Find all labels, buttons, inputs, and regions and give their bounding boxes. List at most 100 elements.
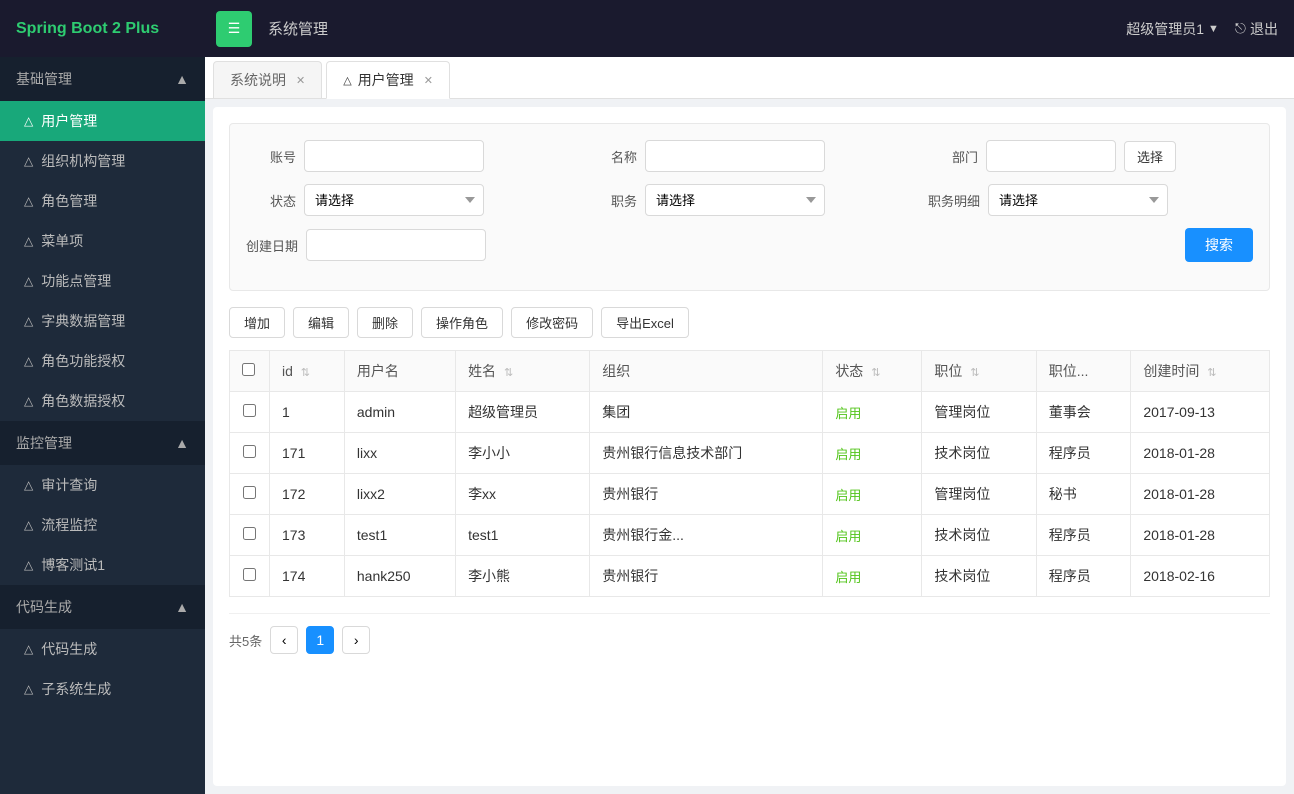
cell-created-3: 2018-01-28 xyxy=(1131,515,1270,556)
sidebar-item-user-management-label: 用户管理 xyxy=(41,111,97,131)
tab-user-management[interactable]: △ 用户管理 ✕ xyxy=(326,61,450,99)
main-area: 系统说明 ✕ △ 用户管理 ✕ 账号 名称 xyxy=(205,57,1294,794)
cell-id-2: 172 xyxy=(270,474,345,515)
table-row[interactable]: 171 lixx 李小小 贵州银行信息技术部门 启用 技术岗位 程序员 2018… xyxy=(230,433,1270,474)
sidebar-item-feature-management[interactable]: △ 功能点管理 xyxy=(0,261,205,301)
delete-button[interactable]: 删除 xyxy=(357,307,413,338)
status-select[interactable]: 请选择 启用 禁用 xyxy=(304,184,484,216)
tab-bar: 系统说明 ✕ △ 用户管理 ✕ xyxy=(205,57,1294,99)
sidebar-item-subsys-gen[interactable]: △ 子系统生成 xyxy=(0,669,205,709)
sidebar-item-codegen[interactable]: △ 代码生成 xyxy=(0,629,205,669)
add-button[interactable]: 增加 xyxy=(229,307,285,338)
next-page-button[interactable]: › xyxy=(342,626,370,654)
page-1-button[interactable]: 1 xyxy=(306,626,334,654)
cell-org-3: 贵州银行金... xyxy=(590,515,823,556)
home-icon-5: △ xyxy=(24,274,33,288)
sidebar-section-basic[interactable]: 基础管理 ▲ xyxy=(0,57,205,101)
position-detail-select-wrapper: 请选择 xyxy=(988,184,1168,216)
cell-position-3: 技术岗位 xyxy=(922,515,1036,556)
sidebar-item-role-data-auth[interactable]: △ 角色数据授权 xyxy=(0,381,205,421)
row-checkbox-0[interactable] xyxy=(243,404,256,417)
cell-username-1: lixx xyxy=(344,433,455,474)
role-operation-button[interactable]: 操作角色 xyxy=(421,307,503,338)
sidebar-item-role-feature-auth[interactable]: △ 角色功能授权 xyxy=(0,341,205,381)
select-all-checkbox[interactable] xyxy=(242,363,255,376)
main-content: 账号 名称 部门 选择 状态 xyxy=(213,107,1286,786)
cell-status-2: 启用 xyxy=(823,474,922,515)
cell-position-detail-2: 秘书 xyxy=(1036,474,1131,515)
tab-system-intro-label: 系统说明 xyxy=(230,70,286,90)
user-table: id ⇅ 用户名 姓名 ⇅ 组织 状态 ⇅ 职位 ⇅ 职位... 创建时间 ⇅ … xyxy=(229,350,1270,597)
logout-label: 退出 xyxy=(1250,19,1278,39)
sidebar-item-org-management-label: 组织机构管理 xyxy=(41,151,125,171)
cell-position-1: 技术岗位 xyxy=(922,433,1036,474)
export-excel-button[interactable]: 导出Excel xyxy=(601,307,689,338)
tab-user-management-close[interactable]: ✕ xyxy=(424,74,433,87)
sidebar-item-user-management[interactable]: △ 用户管理 xyxy=(0,101,205,141)
row-checkbox-3[interactable] xyxy=(243,527,256,540)
cell-org-2: 贵州银行 xyxy=(590,474,823,515)
dept-choose-button[interactable]: 选择 xyxy=(1124,141,1176,172)
tab-system-intro-close[interactable]: ✕ xyxy=(296,74,305,87)
sidebar-item-org-management[interactable]: △ 组织机构管理 xyxy=(0,141,205,181)
user-label: 超级管理员1 xyxy=(1126,19,1204,39)
home-icon-4: △ xyxy=(24,234,33,248)
row-checkbox-4[interactable] xyxy=(243,568,256,581)
table-header-row: id ⇅ 用户名 姓名 ⇅ 组织 状态 ⇅ 职位 ⇅ 职位... 创建时间 ⇅ xyxy=(230,351,1270,392)
sidebar-item-dict-management[interactable]: △ 字典数据管理 xyxy=(0,301,205,341)
row-checkbox-1[interactable] xyxy=(243,445,256,458)
logout-button[interactable]: ⎋ 退出 xyxy=(1235,19,1278,39)
tab-system-intro[interactable]: 系统说明 ✕ xyxy=(213,61,322,98)
status-label: 状态 xyxy=(246,191,296,210)
search-button[interactable]: 搜索 xyxy=(1185,228,1253,262)
row-checkbox-cell xyxy=(230,433,270,474)
user-menu[interactable]: 超级管理员1 ▼ xyxy=(1126,19,1219,39)
account-input[interactable] xyxy=(304,140,484,172)
table-row[interactable]: 1 admin 超级管理员 集团 启用 管理岗位 董事会 2017-09-13 xyxy=(230,392,1270,433)
position-select[interactable]: 请选择 xyxy=(645,184,825,216)
home-icon: △ xyxy=(24,114,33,128)
table-row[interactable]: 173 test1 test1 贵州银行金... 启用 技术岗位 程序员 201… xyxy=(230,515,1270,556)
sidebar-item-audit[interactable]: △ 审计查询 xyxy=(0,465,205,505)
table-header-status[interactable]: 状态 ⇅ xyxy=(823,351,922,392)
table-header-name[interactable]: 姓名 ⇅ xyxy=(456,351,590,392)
table-header-position[interactable]: 职位 ⇅ xyxy=(922,351,1036,392)
prev-page-button[interactable]: ‹ xyxy=(270,626,298,654)
table-row[interactable]: 174 hank250 李小熊 贵州银行 启用 技术岗位 程序员 2018-02… xyxy=(230,556,1270,597)
position-detail-select[interactable]: 请选择 xyxy=(988,184,1168,216)
cell-username-3: test1 xyxy=(344,515,455,556)
cell-id-1: 171 xyxy=(270,433,345,474)
table-row[interactable]: 172 lixx2 李xx 贵州银行 启用 管理岗位 秘书 2018-01-28 xyxy=(230,474,1270,515)
dept-input[interactable] xyxy=(986,140,1116,172)
pagination: 共5条 ‹ 1 › xyxy=(229,613,1270,654)
row-checkbox-2[interactable] xyxy=(243,486,256,499)
sidebar-item-blog-test[interactable]: △ 博客测试1 xyxy=(0,545,205,585)
sidebar-section-codegen[interactable]: 代码生成 ▲ xyxy=(0,585,205,629)
position-select-wrapper: 请选择 xyxy=(645,184,825,216)
sidebar-item-dict-management-label: 字典数据管理 xyxy=(41,311,125,331)
account-label: 账号 xyxy=(246,147,296,166)
sidebar-item-subsys-gen-label: 子系统生成 xyxy=(41,679,111,699)
cell-org-0: 集团 xyxy=(590,392,823,433)
cell-id-0: 1 xyxy=(270,392,345,433)
sidebar-item-role-management[interactable]: △ 角色管理 xyxy=(0,181,205,221)
cell-position-detail-3: 程序员 xyxy=(1036,515,1131,556)
table-header-created[interactable]: 创建时间 ⇅ xyxy=(1131,351,1270,392)
header-title: 系统管理 xyxy=(268,18,328,39)
sidebar-section-monitor[interactable]: 监控管理 ▲ xyxy=(0,421,205,465)
cell-created-4: 2018-02-16 xyxy=(1131,556,1270,597)
sidebar: 基础管理 ▲ △ 用户管理 △ 组织机构管理 △ 角色管理 △ 菜单项 △ 功能… xyxy=(0,57,205,794)
menu-toggle-button[interactable]: ☰ xyxy=(216,11,252,47)
sidebar-item-process-monitor[interactable]: △ 流程监控 xyxy=(0,505,205,545)
logout-icon: ⎋ xyxy=(1235,20,1246,37)
change-password-button[interactable]: 修改密码 xyxy=(511,307,593,338)
sidebar-section-monitor-label: 监控管理 xyxy=(16,433,72,453)
table-header-id[interactable]: id ⇅ xyxy=(270,351,345,392)
sidebar-item-menu[interactable]: △ 菜单项 xyxy=(0,221,205,261)
name-input[interactable] xyxy=(645,140,825,172)
create-date-input[interactable] xyxy=(306,229,486,261)
cell-created-0: 2017-09-13 xyxy=(1131,392,1270,433)
sidebar-item-audit-label: 审计查询 xyxy=(41,475,97,495)
cell-status-0: 启用 xyxy=(823,392,922,433)
edit-button[interactable]: 编辑 xyxy=(293,307,349,338)
